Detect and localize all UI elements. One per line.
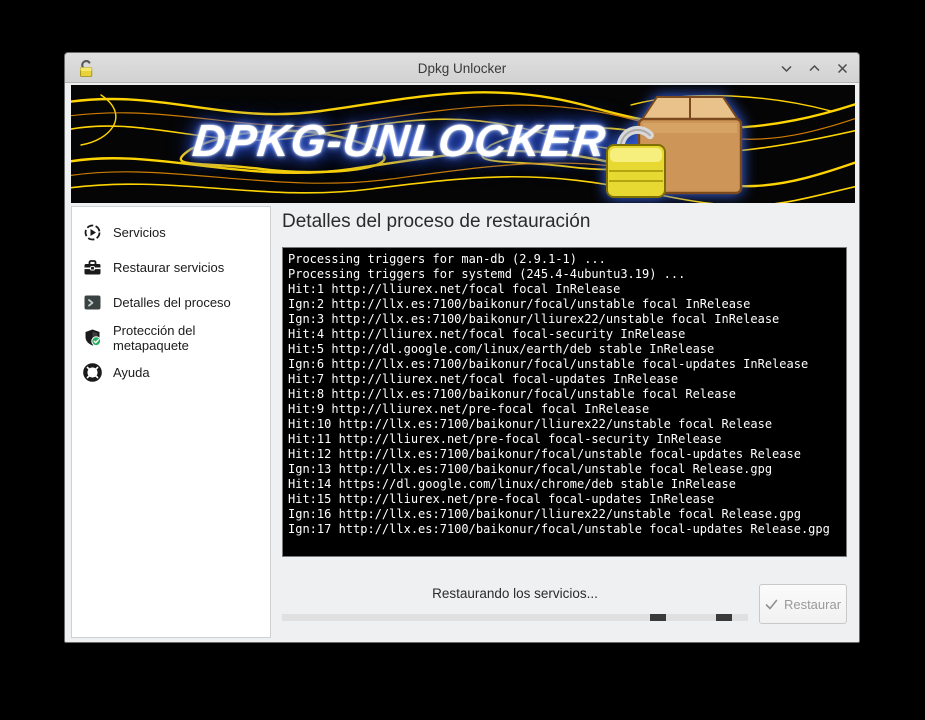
sidebar-item-proteccion-metapaquete[interactable]: Protección del metapaquete [72, 320, 270, 355]
sidebar: Servicios Restaurar servicios Detalles d… [71, 206, 271, 638]
titlebar[interactable]: Dpkg Unlocker [65, 53, 859, 83]
page-title: Detalles del proceso de restauración [282, 211, 591, 232]
lifebuoy-icon [83, 363, 102, 382]
process-log-terminal[interactable]: Processing triggers for man-db (2.9.1-1)… [282, 247, 847, 557]
shield-check-icon [85, 329, 102, 347]
terminal-line: Ign:2 http://llx.es:7100/baikonur/focal/… [288, 297, 751, 311]
terminal-line: Ign:6 http://llx.es:7100/baikonur/focal/… [288, 357, 809, 371]
status-text: Restaurando los servicios... [432, 586, 598, 601]
check-icon [765, 599, 778, 609]
window-title: Dpkg Unlocker [417, 60, 507, 76]
banner: DPKG-UNLOCKER [71, 85, 855, 203]
sidebar-item-label: Protección del metapaquete [113, 322, 196, 353]
progress-bar [282, 614, 748, 621]
terminal-line: Hit:4 http://lliurex.net/focal focal-sec… [288, 327, 686, 341]
terminal-line: Ign:17 http://llx.es:7100/baikonur/focal… [288, 522, 830, 536]
terminal-line: Hit:10 http://llx.es:7100/baikonur/lliur… [288, 417, 773, 431]
minimize-icon[interactable] [779, 61, 793, 75]
terminal-line: Hit:11 http://lliurex.net/pre-focal foca… [288, 432, 722, 446]
sidebar-item-servicios[interactable]: Servicios [72, 215, 270, 250]
progress-chunk [650, 614, 666, 621]
toolbox-icon [84, 260, 101, 275]
terminal-line: Ign:13 http://llx.es:7100/baikonur/focal… [288, 462, 773, 476]
restore-button-label: Restaurar [783, 596, 842, 612]
terminal-line: Hit:9 http://lliurex.net/pre-focal focal… [288, 402, 650, 416]
terminal-icon [84, 295, 101, 310]
dpkg-unlocker-window: Dpkg Unlocker DPKG-UNLOCKER Servicios Re… [64, 52, 860, 643]
sidebar-item-ayuda[interactable]: Ayuda [72, 355, 270, 390]
terminal-line: Processing triggers for systemd (245.4-4… [288, 267, 686, 281]
terminal-line: Ign:3 http://llx.es:7100/baikonur/lliure… [288, 312, 780, 326]
sidebar-item-label: Ayuda [113, 365, 150, 380]
terminal-line: Hit:15 http://lliurex.net/pre-focal foca… [288, 492, 715, 506]
services-icon [84, 224, 101, 241]
terminal-line: Hit:12 http://llx.es:7100/baikonur/focal… [288, 447, 801, 461]
terminal-line: Hit:7 http://lliurex.net/focal focal-upd… [288, 372, 679, 386]
sidebar-item-restaurar-servicios[interactable]: Restaurar servicios [72, 250, 270, 285]
close-icon[interactable] [835, 61, 849, 75]
terminal-line: Hit:8 http://llx.es:7100/baikonur/focal/… [288, 387, 736, 401]
terminal-line: Ign:16 http://llx.es:7100/baikonur/lliur… [288, 507, 801, 521]
terminal-line: Hit:14 https://dl.google.com/linux/chrom… [288, 477, 736, 491]
sidebar-item-label: Restaurar servicios [113, 260, 225, 275]
banner-title: DPKG-UNLOCKER [190, 115, 609, 166]
terminal-line: Hit:1 http://lliurex.net/focal focal InR… [288, 282, 621, 296]
sidebar-item-detalles-del-proceso[interactable]: Detalles del proceso [72, 285, 270, 320]
sidebar-item-label: Servicios [113, 225, 166, 240]
package-lock-icon [606, 96, 743, 198]
sidebar-item-label: Detalles del proceso [113, 295, 231, 310]
terminal-line: Processing triggers for man-db (2.9.1-1)… [288, 252, 606, 266]
maximize-icon[interactable] [807, 61, 821, 75]
terminal-line: Hit:5 http://dl.google.com/linux/earth/d… [288, 342, 715, 356]
progress-chunk [716, 614, 732, 621]
restore-button[interactable]: Restaurar [759, 584, 847, 624]
